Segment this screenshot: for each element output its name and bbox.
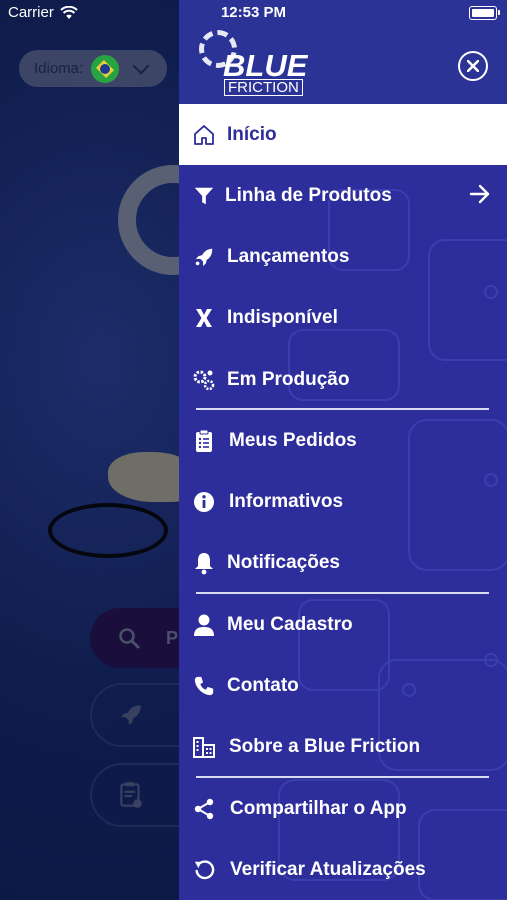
menu-label: Informativos [229,491,344,513]
menu-item-inicio[interactable]: Início [179,104,507,165]
drawer-menu: Início Linha de Produtos Lançamentos Ind… [179,104,507,900]
rocket-icon [192,245,216,269]
share-icon [192,797,216,821]
filter-icon [192,184,216,208]
clock: 12:53 PM [220,4,287,21]
menu-label: Indisponível [227,307,338,329]
brand-logo: BLUE FRICTION [199,30,309,96]
rocket-icon [121,705,141,725]
menu-item-compartilhar[interactable]: Compartilhar o App [179,778,507,839]
menu-item-linha-de-produtos[interactable]: Linha de Produtos [179,165,507,226]
phone-icon [192,674,216,698]
menu-label: Compartilhar o App [230,797,407,819]
language-label: Idioma: [34,60,84,77]
search-icon [119,628,140,649]
bell-icon [192,551,216,575]
menu-item-indisponivel[interactable]: Indisponível [179,288,507,349]
menu-label: Início [227,123,277,145]
brand-text-bottom: FRICTION [224,79,303,96]
menu-item-contato[interactable]: Contato [179,655,507,716]
info-icon [192,490,216,514]
menu-label: Verificar Atualizações [230,858,426,880]
user-icon [192,613,216,637]
menu-label: Lançamentos [227,245,350,267]
menu-item-sobre[interactable]: Sobre a Blue Friction [179,717,507,778]
menu-item-meu-cadastro[interactable]: Meu Cadastro [179,594,507,655]
close-drawer-button[interactable] [458,51,488,81]
clipboard-check-icon [120,782,142,808]
language-selector[interactable]: Idioma: [19,50,167,87]
menu-item-meus-pedidos[interactable]: Meus Pedidos [179,410,507,471]
menu-label: Em Produção [227,368,350,390]
menu-label: Linha de Produtos [225,184,392,206]
menu-item-notificacoes[interactable]: Notificações [179,533,507,594]
menu-item-lancamentos[interactable]: Lançamentos [179,226,507,287]
menu-divider [196,776,489,778]
gears-icon [192,368,216,392]
menu-divider [196,592,489,594]
menu-label: Notificações [227,552,340,574]
menu-divider [196,408,489,410]
menu-label: Meus Pedidos [229,429,357,451]
menu-item-informativos[interactable]: Informativos [179,471,507,532]
status-bar: Carrier 12:53 PM [0,0,507,26]
side-drawer: BLUE FRICTION Início Linha de Produtos L… [179,0,507,900]
chevron-down-icon [132,57,150,74]
clipboard-icon [192,429,216,453]
sensor-cable-image [48,503,168,558]
building-icon [192,735,216,759]
brazil-flag-icon [91,54,120,83]
x-icon [192,306,216,330]
menu-label: Sobre a Blue Friction [229,736,421,758]
menu-item-verificar-atualizacoes[interactable]: Verificar Atualizações [179,839,507,900]
battery-icon [469,6,500,20]
menu-label: Meu Cadastro [227,613,353,635]
menu-label: Contato [227,675,299,697]
home-icon [192,123,216,147]
close-icon [467,60,479,72]
search-placeholder: P [166,627,179,648]
refresh-icon [192,858,216,882]
arrow-right-icon [469,184,491,210]
menu-item-em-producao[interactable]: Em Produção [179,349,507,410]
